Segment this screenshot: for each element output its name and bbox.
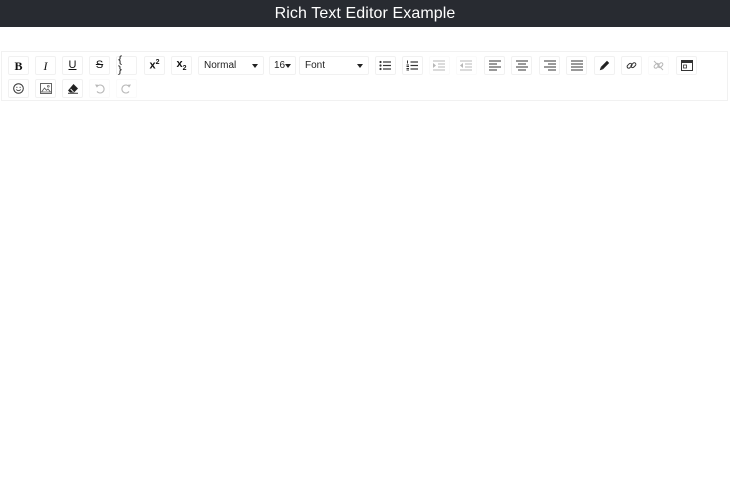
link-button[interactable] [621,56,642,75]
embed-button[interactable] [676,56,697,75]
link-icon [626,62,637,69]
color-picker-icon [599,60,610,71]
font-size-value: 16 [274,60,286,71]
code-button[interactable]: { } [116,54,137,76]
font-family-value: Font [305,60,326,71]
strikethrough-icon: S [95,59,104,71]
strikethrough-button[interactable]: S [89,56,110,75]
indent-icon [433,60,445,71]
undo-icon [95,84,105,94]
page-title: Rich Text Editor Example [274,4,456,22]
unordered-list-icon [379,60,391,71]
align-right-button[interactable] [539,56,560,75]
code-icon: { } [117,54,125,76]
color-picker-button[interactable] [594,56,615,75]
image-button[interactable] [35,79,56,98]
editor-content-area[interactable] [1,101,728,491]
unlink-button[interactable] [648,56,669,75]
ordered-list-button[interactable] [402,56,423,75]
align-left-button[interactable] [484,56,505,75]
bold-button[interactable]: B [8,56,29,75]
italic-button[interactable]: I [35,56,56,75]
remove-formatting-button[interactable] [62,79,83,98]
align-left-icon [488,60,501,71]
outdent-icon [460,60,472,71]
italic-icon: I [43,58,48,73]
redo-button[interactable] [116,79,137,98]
align-center-icon [515,60,528,71]
subscript-button[interactable]: x2 [171,56,192,75]
chevron-down-icon [252,63,258,68]
align-justify-button[interactable] [566,56,587,75]
subscript-icon: x2 [176,57,187,73]
image-icon [39,83,52,94]
eraser-icon [67,84,78,94]
block-type-value: Normal [204,60,237,71]
superscript-icon: x2 [149,59,160,72]
ordered-list-icon [406,60,418,71]
indent-button[interactable] [429,56,450,75]
app-header: Rich Text Editor Example [0,0,730,27]
block-type-dropdown[interactable]: Normal [198,56,264,75]
bold-icon: B [14,58,23,73]
chevron-down-icon [357,63,363,68]
emoji-button[interactable] [8,79,29,98]
underline-button[interactable]: U [62,56,83,75]
chevron-down-icon [285,63,292,68]
align-right-icon [543,60,556,71]
superscript-button[interactable]: x2 [144,56,165,75]
emoji-icon [13,83,24,94]
editor-toolbar: B I U S { } x2 x2 Normal 16 Font [1,51,728,101]
undo-button[interactable] [89,79,110,98]
embed-icon [680,60,693,71]
font-size-dropdown[interactable]: 16 [269,56,296,75]
font-family-dropdown[interactable]: Font [299,56,369,75]
redo-icon [121,84,131,94]
unlink-icon [653,60,664,71]
unordered-list-button[interactable] [375,56,396,75]
align-center-button[interactable] [511,56,532,75]
underline-icon: U [68,59,77,71]
outdent-button[interactable] [456,56,477,75]
align-justify-icon [570,60,583,71]
